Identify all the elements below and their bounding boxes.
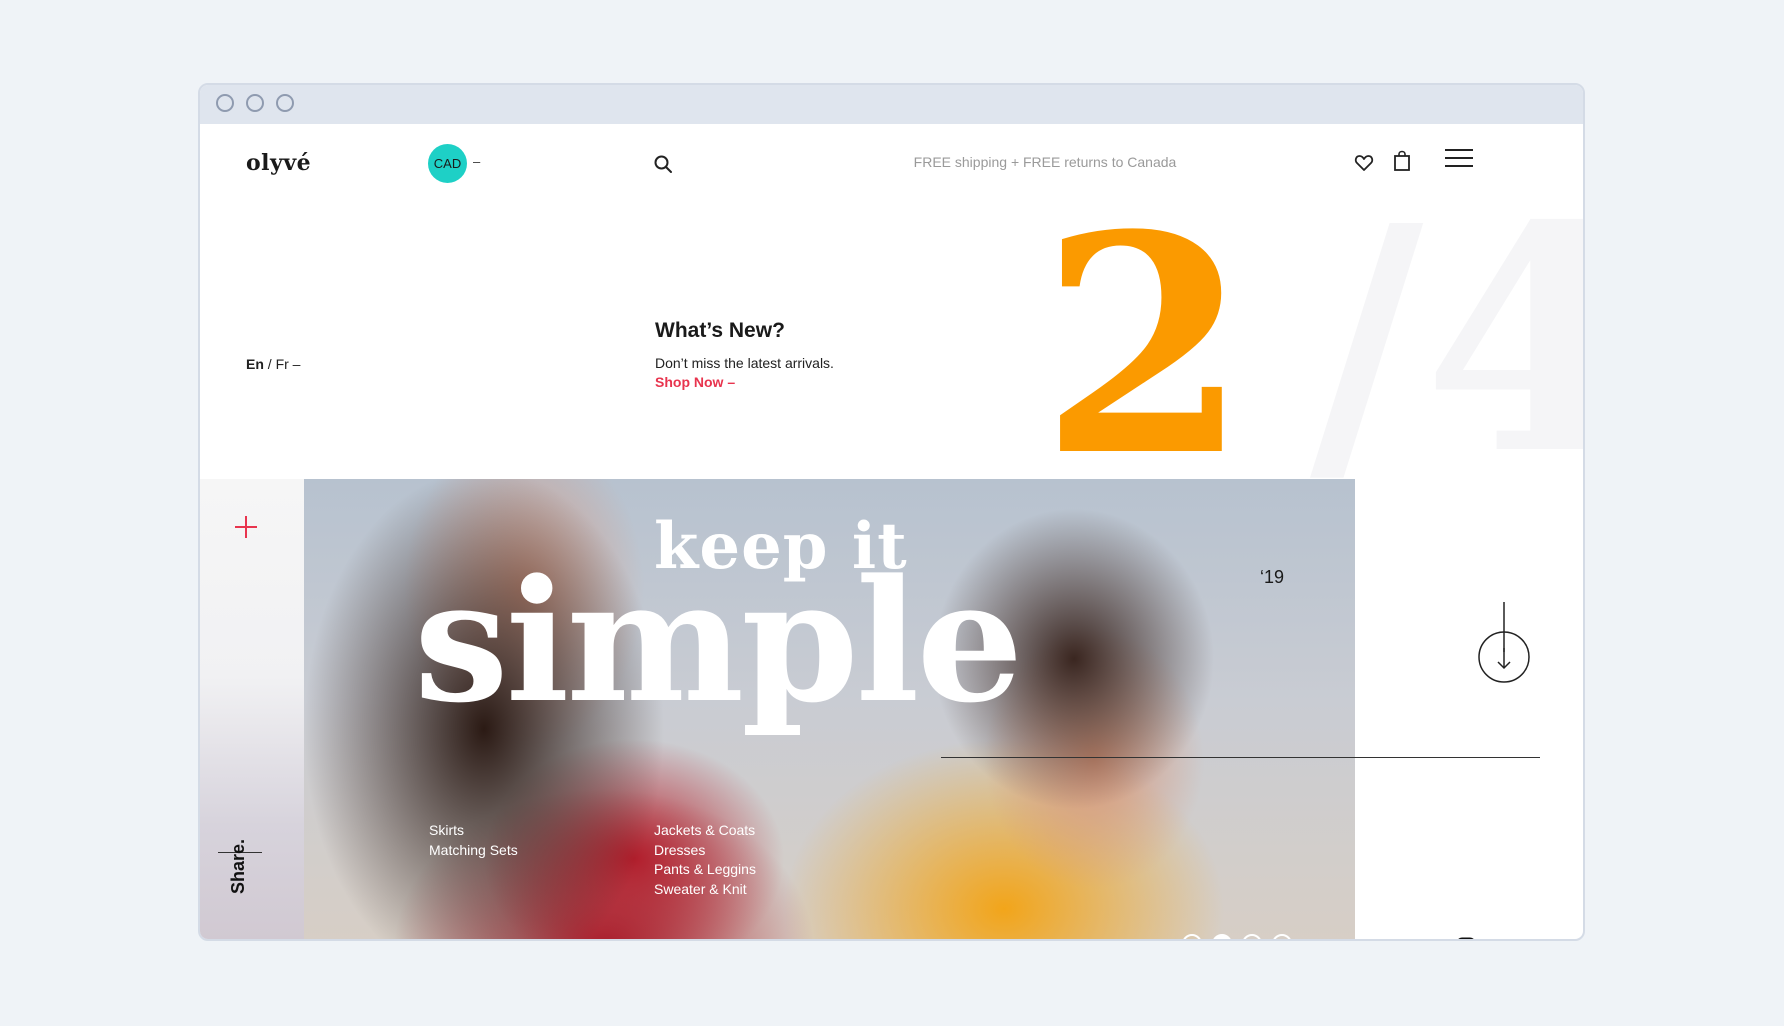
language-switcher: En / Fr – [246, 356, 300, 372]
hero-headline-line2: simple [414, 542, 1023, 740]
left-sidebar: Share. [200, 479, 304, 939]
promo-text: Don’t miss the latest arrivals. [655, 355, 834, 371]
hero-image: keep it simple ‘19 Skirts Matching Sets … [304, 479, 1355, 939]
category-link[interactable]: Jackets & Coats [654, 821, 756, 841]
share-button[interactable]: Share. [228, 839, 249, 894]
slide-total: /4 [1310, 159, 1583, 523]
language-fr[interactable]: Fr [276, 356, 289, 372]
category-link[interactable]: Pants & Leggins [654, 860, 756, 880]
logo[interactable]: olyvé [246, 150, 311, 176]
window-minimize-button[interactable] [246, 94, 264, 112]
currency-dash: – [473, 154, 481, 169]
shop-now-link[interactable]: Shop Now – [655, 374, 735, 390]
shipping-notice: FREE shipping + FREE returns to Canada [913, 154, 1177, 170]
promo-title: What’s New? [655, 319, 785, 342]
currency-selector[interactable]: CAD [428, 144, 467, 183]
category-link[interactable]: Matching Sets [429, 841, 518, 861]
window-close-button[interactable] [216, 94, 234, 112]
hero-divider-line [941, 757, 1540, 758]
category-link[interactable]: Dresses [654, 841, 756, 861]
language-dash: – [288, 356, 301, 372]
category-link[interactable]: Skirts [429, 821, 518, 841]
window-maximize-button[interactable] [276, 94, 294, 112]
category-link[interactable]: Sweater & Knit [654, 880, 756, 900]
language-en[interactable]: En [246, 356, 264, 372]
browser-window: olyvé CAD – FREE shipping + FREE returns… [198, 83, 1585, 941]
page: olyvé CAD – FREE shipping + FREE returns… [200, 124, 1583, 939]
scroll-down-icon[interactable] [1476, 602, 1532, 708]
category-list-right: Jackets & Coats Dresses Pants & Leggins … [654, 821, 756, 899]
plus-icon[interactable] [234, 515, 258, 539]
slide-current: 2 [1040, 169, 1249, 522]
browser-titlebar [200, 85, 1583, 124]
search-icon[interactable] [653, 154, 673, 174]
hero-year: ‘19 [1260, 567, 1285, 587]
category-list-left: Skirts Matching Sets [429, 821, 518, 860]
instagram-icon[interactable] [1456, 937, 1476, 939]
language-separator: / [263, 356, 276, 372]
